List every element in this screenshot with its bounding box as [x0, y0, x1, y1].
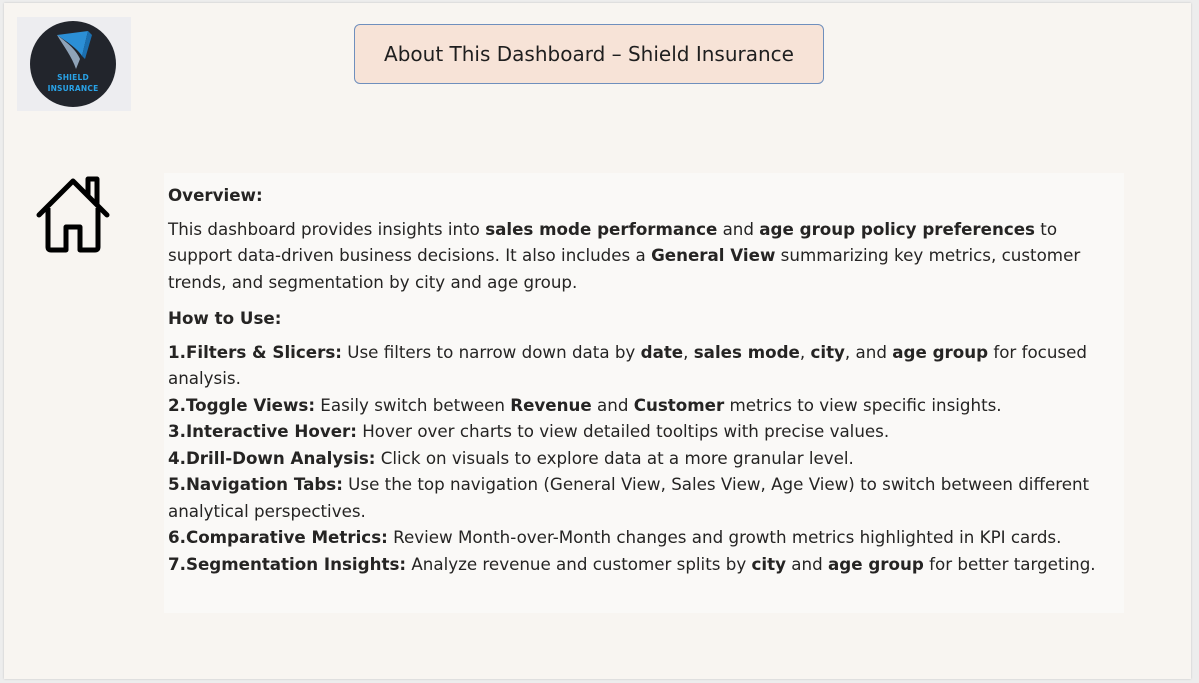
page-title: About This Dashboard – Shield Insurance	[354, 24, 824, 84]
list-item: 2.Toggle Views: Easily switch between Re…	[168, 394, 1002, 415]
how-to-use-heading: How to Use:	[168, 308, 282, 328]
how-to-use-list: 1.Filters & Slicers: Use filters to narr…	[168, 339, 1118, 578]
info-panel: Overview: This dashboard provides insigh…	[164, 173, 1124, 613]
overview-heading: Overview:	[168, 185, 263, 205]
list-item: 3.Interactive Hover: Hover over charts t…	[168, 421, 890, 441]
shield-icon	[57, 31, 92, 69]
report-canvas: SHIELD INSURANCE About This Dashboard – …	[4, 3, 1191, 679]
list-item: 5.Navigation Tabs: Use the top navigatio…	[168, 474, 1090, 521]
list-item: 7.Segmentation Insights: Analyze revenue…	[168, 553, 1096, 574]
list-item: 4.Drill-Down Analysis: Click on visuals …	[168, 447, 854, 468]
list-item: 6.Comparative Metrics: Review Month-over…	[168, 527, 1062, 547]
logo-text-insurance: INSURANCE	[47, 84, 99, 93]
overview-paragraph: This dashboard provides insights into sa…	[168, 218, 1081, 292]
list-item: 1.Filters & Slicers: Use filters to narr…	[168, 341, 1087, 389]
logo-circle: SHIELD INSURANCE	[30, 21, 116, 107]
home-icon	[36, 176, 110, 253]
shield-insurance-logo: SHIELD INSURANCE	[17, 17, 131, 111]
logo-text-shield: SHIELD	[57, 73, 89, 82]
